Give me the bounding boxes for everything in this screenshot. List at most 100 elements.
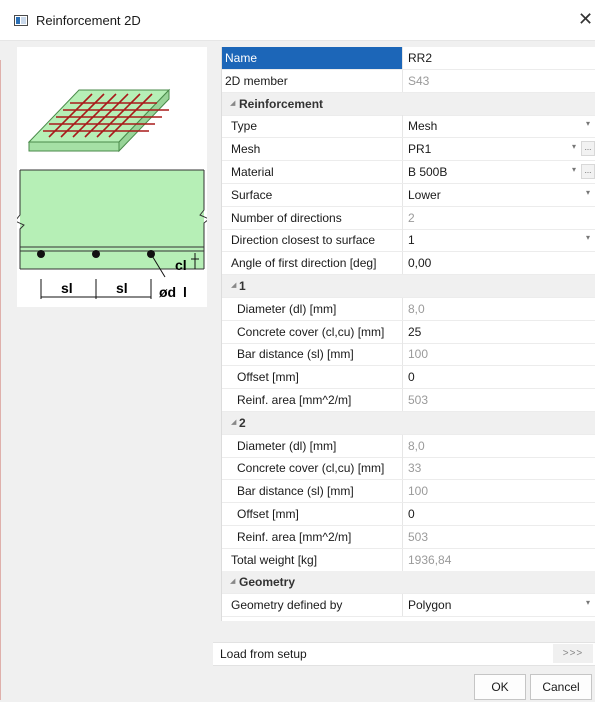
property-value-type[interactable]: Mesh ▾ xyxy=(402,115,595,137)
property-value-2d-member: S43 xyxy=(402,70,595,92)
property-row-reinf-area-mm-2-m[interactable]: Reinf. area [mm^2/m] 503 xyxy=(222,389,595,412)
load-from-setup-label: Load from setup xyxy=(220,647,307,661)
property-grid: Name RR2 2D member S43 ◢ Reinforcement Type Mes… xyxy=(221,47,595,621)
property-row-concrete-cover-cl-cu-mm[interactable]: Concrete cover (cl,cu) [mm] 25 xyxy=(222,321,595,344)
close-icon[interactable]: ✕ xyxy=(578,9,593,30)
property-value-text: 1936,84 xyxy=(408,553,452,567)
group-row-1[interactable]: ◢ 1 xyxy=(222,275,595,298)
spacing-label: sl xyxy=(116,280,128,296)
property-value-text: Lower xyxy=(408,188,441,202)
cancel-button[interactable]: Cancel xyxy=(530,674,592,700)
illustration-svg: sl sl ød l cl xyxy=(14,88,210,300)
property-row-angle-of-first-direction-deg[interactable]: Angle of first direction [deg] 0,00 xyxy=(222,252,595,275)
property-value-material[interactable]: B 500B ▾... xyxy=(402,161,595,183)
property-value-text: Polygon xyxy=(408,598,452,612)
collapse-icon[interactable]: ◢ xyxy=(230,577,235,585)
property-label: Reinf. area [mm^2/m] xyxy=(237,393,352,407)
load-from-setup-button[interactable]: >>> xyxy=(553,644,593,663)
property-value-direction-closest-to-surface[interactable]: 1 ▾ xyxy=(402,229,595,251)
property-value-bar-distance-sl-mm: 100 xyxy=(402,343,595,365)
property-row-offset-mm[interactable]: Offset [mm] 0 xyxy=(222,366,595,389)
diameter-label-sub: l xyxy=(183,284,187,300)
property-label: 2D member xyxy=(225,74,288,88)
property-value-text: Mesh xyxy=(408,119,438,133)
chevron-down-icon[interactable]: ▾ xyxy=(572,165,576,174)
property-value-text: 0 xyxy=(408,370,415,384)
property-label: Reinf. area [mm^2/m] xyxy=(237,530,352,544)
chevron-down-icon[interactable]: ▾ xyxy=(586,598,590,607)
property-row-concrete-cover-cl-cu-mm[interactable]: Concrete cover (cl,cu) [mm] 33 xyxy=(222,457,595,480)
property-row-name[interactable]: Name RR2 xyxy=(222,47,595,70)
property-value-offset-mm[interactable]: 0 xyxy=(402,503,595,525)
property-value-surface[interactable]: Lower ▾ xyxy=(402,184,595,206)
property-label: 1 xyxy=(239,279,246,293)
property-row-mesh[interactable]: Mesh PR1 ▾... xyxy=(222,138,595,161)
group-row-geometry[interactable]: ◢ Geometry xyxy=(222,571,595,594)
collapse-icon[interactable]: ◢ xyxy=(231,281,236,289)
group-row-reinforcement[interactable]: ◢ Reinforcement xyxy=(222,93,595,116)
property-value-name[interactable]: RR2 xyxy=(402,47,595,69)
collapse-icon[interactable]: ◢ xyxy=(231,418,236,426)
property-row-number-of-directions[interactable]: Number of directions 2 xyxy=(222,207,595,230)
property-value-mesh[interactable]: PR1 ▾... xyxy=(402,138,595,160)
property-label: Concrete cover (cl,cu) [mm] xyxy=(237,325,385,339)
chevron-down-icon[interactable]: ▾ xyxy=(586,119,590,128)
property-row-bar-distance-sl-mm[interactable]: Bar distance (sl) [mm] 100 xyxy=(222,480,595,503)
property-row-geometry-defined-by[interactable]: Geometry defined by Polygon ▾ xyxy=(222,594,595,617)
collapse-icon[interactable]: ◢ xyxy=(230,99,235,107)
property-label: Bar distance (sl) [mm] xyxy=(237,347,354,361)
app-icon xyxy=(14,15,28,26)
property-label: Total weight [kg] xyxy=(231,553,318,567)
property-label: Bar distance (sl) [mm] xyxy=(237,484,354,498)
property-label: Name xyxy=(225,51,258,65)
browse-button[interactable]: ... xyxy=(581,164,595,179)
property-value-text: 0 xyxy=(408,507,415,521)
property-value-angle-of-first-direction-deg[interactable]: 0,00 xyxy=(402,252,595,274)
property-label: Type xyxy=(231,119,258,133)
property-value-text: 503 xyxy=(408,393,429,407)
spacing-label: sl xyxy=(61,280,73,296)
title-bar: Reinforcement 2D ✕ xyxy=(0,0,595,41)
property-value-text: 8,0 xyxy=(408,302,425,316)
group-row-2[interactable]: ◢ 2 xyxy=(222,412,595,435)
property-value-text: S43 xyxy=(408,74,430,88)
property-value-reinf-area-mm-2-m: 503 xyxy=(402,526,595,548)
property-value-text: B 500B xyxy=(408,165,448,179)
property-label: Diameter (dl) [mm] xyxy=(237,439,337,453)
property-label: Concrete cover (cl,cu) [mm] xyxy=(237,461,385,475)
property-label: Surface xyxy=(231,188,273,202)
property-value-text: 2 xyxy=(408,211,415,225)
property-label: Reinforcement xyxy=(239,97,324,111)
property-value-number-of-directions: 2 xyxy=(402,207,595,229)
ok-button[interactable]: OK xyxy=(474,674,526,700)
property-row-direction-closest-to-surface[interactable]: Direction closest to surface 1 ▾ xyxy=(222,229,595,252)
property-row-2d-member[interactable]: 2D member S43 xyxy=(222,70,595,93)
property-value-geometry-defined-by[interactable]: Polygon ▾ xyxy=(402,594,595,616)
property-value-concrete-cover-cl-cu-mm[interactable]: 25 xyxy=(402,321,595,343)
window-edge xyxy=(0,60,1,700)
property-row-offset-mm[interactable]: Offset [mm] 0 xyxy=(222,503,595,526)
chevron-down-icon[interactable]: ▾ xyxy=(572,142,576,151)
property-row-type[interactable]: Type Mesh ▾ xyxy=(222,115,595,138)
property-value-text: RR2 xyxy=(408,51,433,65)
property-row-diameter-dl-mm[interactable]: Diameter (dl) [mm] 8,0 xyxy=(222,298,595,321)
property-row-material[interactable]: Material B 500B ▾... xyxy=(222,161,595,184)
property-value-offset-mm[interactable]: 0 xyxy=(402,366,595,388)
property-value-text: 100 xyxy=(408,484,429,498)
property-value-text: 33 xyxy=(408,461,422,475)
property-row-surface[interactable]: Surface Lower ▾ xyxy=(222,184,595,207)
property-row-total-weight-kg[interactable]: Total weight [kg] 1936,84 xyxy=(222,549,595,572)
chevron-down-icon[interactable]: ▾ xyxy=(586,233,590,242)
property-label: Geometry defined by xyxy=(231,598,343,612)
property-value-text: 503 xyxy=(408,530,429,544)
property-value-text: 8,0 xyxy=(408,439,425,453)
browse-button[interactable]: ... xyxy=(581,141,595,156)
property-row-reinf-area-mm-2-m[interactable]: Reinf. area [mm^2/m] 503 xyxy=(222,526,595,549)
property-label: Number of directions xyxy=(231,211,342,225)
property-row-diameter-dl-mm[interactable]: Diameter (dl) [mm] 8,0 xyxy=(222,435,595,458)
property-label: Angle of first direction [deg] xyxy=(231,256,377,270)
cover-label: cl xyxy=(175,257,187,273)
property-value-text: PR1 xyxy=(408,142,432,156)
property-row-bar-distance-sl-mm[interactable]: Bar distance (sl) [mm] 100 xyxy=(222,343,595,366)
chevron-down-icon[interactable]: ▾ xyxy=(586,188,590,197)
